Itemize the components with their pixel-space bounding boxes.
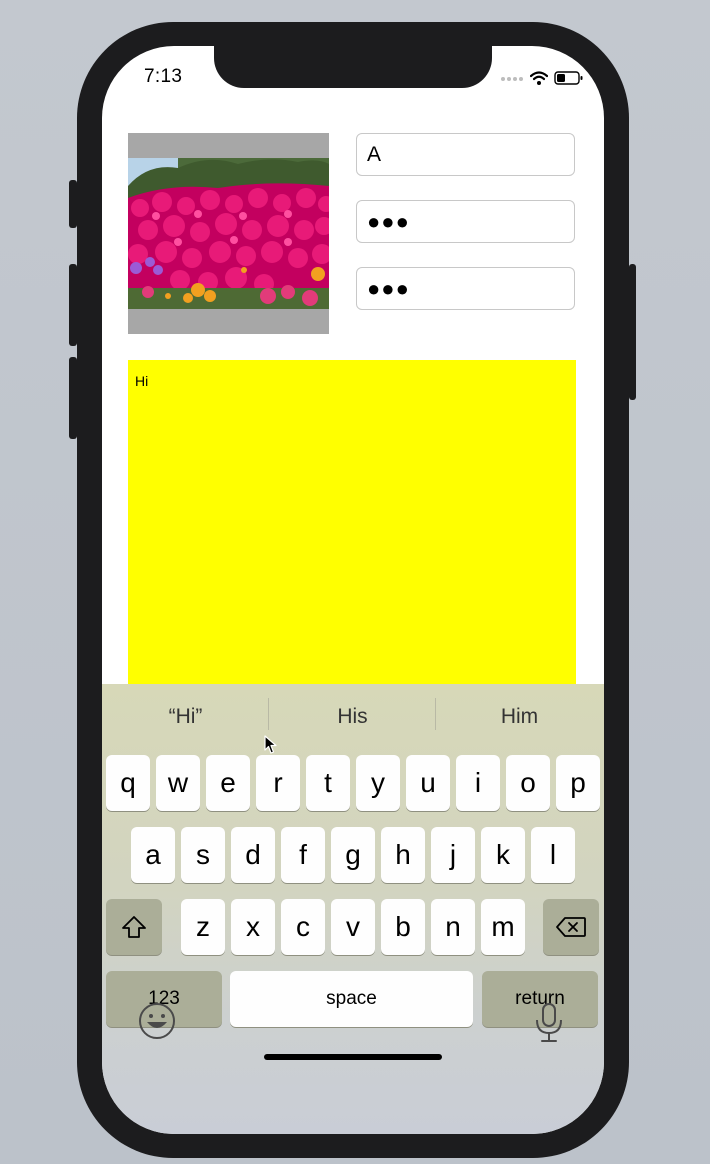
power-button xyxy=(629,264,636,400)
status-time: 7:13 xyxy=(144,66,183,87)
home-indicator[interactable] xyxy=(264,1054,442,1060)
secure-field-2[interactable]: ●●● xyxy=(356,267,575,310)
suggestion-bar: “Hi” His Him xyxy=(102,684,604,750)
emoji-button[interactable] xyxy=(138,1002,176,1045)
battery-icon xyxy=(554,71,583,85)
space-key[interactable]: space xyxy=(230,971,473,1027)
key-e[interactable]: e xyxy=(206,755,250,811)
microphone-icon xyxy=(536,1003,562,1042)
backspace-key[interactable] xyxy=(543,899,599,955)
key-n[interactable]: n xyxy=(431,899,475,955)
suggestion-3[interactable]: Him xyxy=(436,684,603,750)
mouse-cursor-icon xyxy=(264,735,277,754)
wifi-icon xyxy=(530,71,548,85)
keyboard: “Hi” His Him q w e r t y u i o p a s d f… xyxy=(102,684,604,1134)
key-i[interactable]: i xyxy=(456,755,500,811)
volume-up-button xyxy=(69,264,77,346)
key-x[interactable]: x xyxy=(231,899,275,955)
key-c[interactable]: c xyxy=(281,899,325,955)
key-u[interactable]: u xyxy=(406,755,450,811)
key-q[interactable]: q xyxy=(106,755,150,811)
text-field-name[interactable]: A xyxy=(356,133,575,176)
phone-screen: 7:13 A ●●● ●●● Hi “Hi” His Him q w e r t… xyxy=(102,46,604,1134)
flower-photo[interactable] xyxy=(128,133,329,334)
key-p[interactable]: p xyxy=(556,755,600,811)
key-l[interactable]: l xyxy=(531,827,575,883)
key-g[interactable]: g xyxy=(331,827,375,883)
shift-key[interactable] xyxy=(106,899,162,955)
key-y[interactable]: y xyxy=(356,755,400,811)
text-view[interactable]: Hi xyxy=(128,360,576,690)
key-m[interactable]: m xyxy=(481,899,525,955)
key-h[interactable]: h xyxy=(381,827,425,883)
status-icons xyxy=(500,68,584,88)
secure-field-1[interactable]: ●●● xyxy=(356,200,575,243)
key-t[interactable]: t xyxy=(306,755,350,811)
key-k[interactable]: k xyxy=(481,827,525,883)
suggestion-1[interactable]: “Hi” xyxy=(102,684,269,750)
silent-switch xyxy=(69,180,77,228)
text-view-content: Hi xyxy=(135,373,149,389)
key-a[interactable]: a xyxy=(131,827,175,883)
suggestion-2[interactable]: His xyxy=(269,684,436,750)
key-z[interactable]: z xyxy=(181,899,225,955)
key-d[interactable]: d xyxy=(231,827,275,883)
key-v[interactable]: v xyxy=(331,899,375,955)
notch xyxy=(214,46,492,88)
dictation-button[interactable] xyxy=(534,1002,564,1049)
emoji-icon xyxy=(139,1003,175,1039)
signal-icon xyxy=(501,77,523,81)
key-j[interactable]: j xyxy=(431,827,475,883)
shift-icon xyxy=(122,916,146,938)
key-b[interactable]: b xyxy=(381,899,425,955)
key-r[interactable]: r xyxy=(256,755,300,811)
key-o[interactable]: o xyxy=(506,755,550,811)
key-s[interactable]: s xyxy=(181,827,225,883)
key-w[interactable]: w xyxy=(156,755,200,811)
volume-down-button xyxy=(69,357,77,439)
key-f[interactable]: f xyxy=(281,827,325,883)
backspace-icon xyxy=(556,917,586,937)
